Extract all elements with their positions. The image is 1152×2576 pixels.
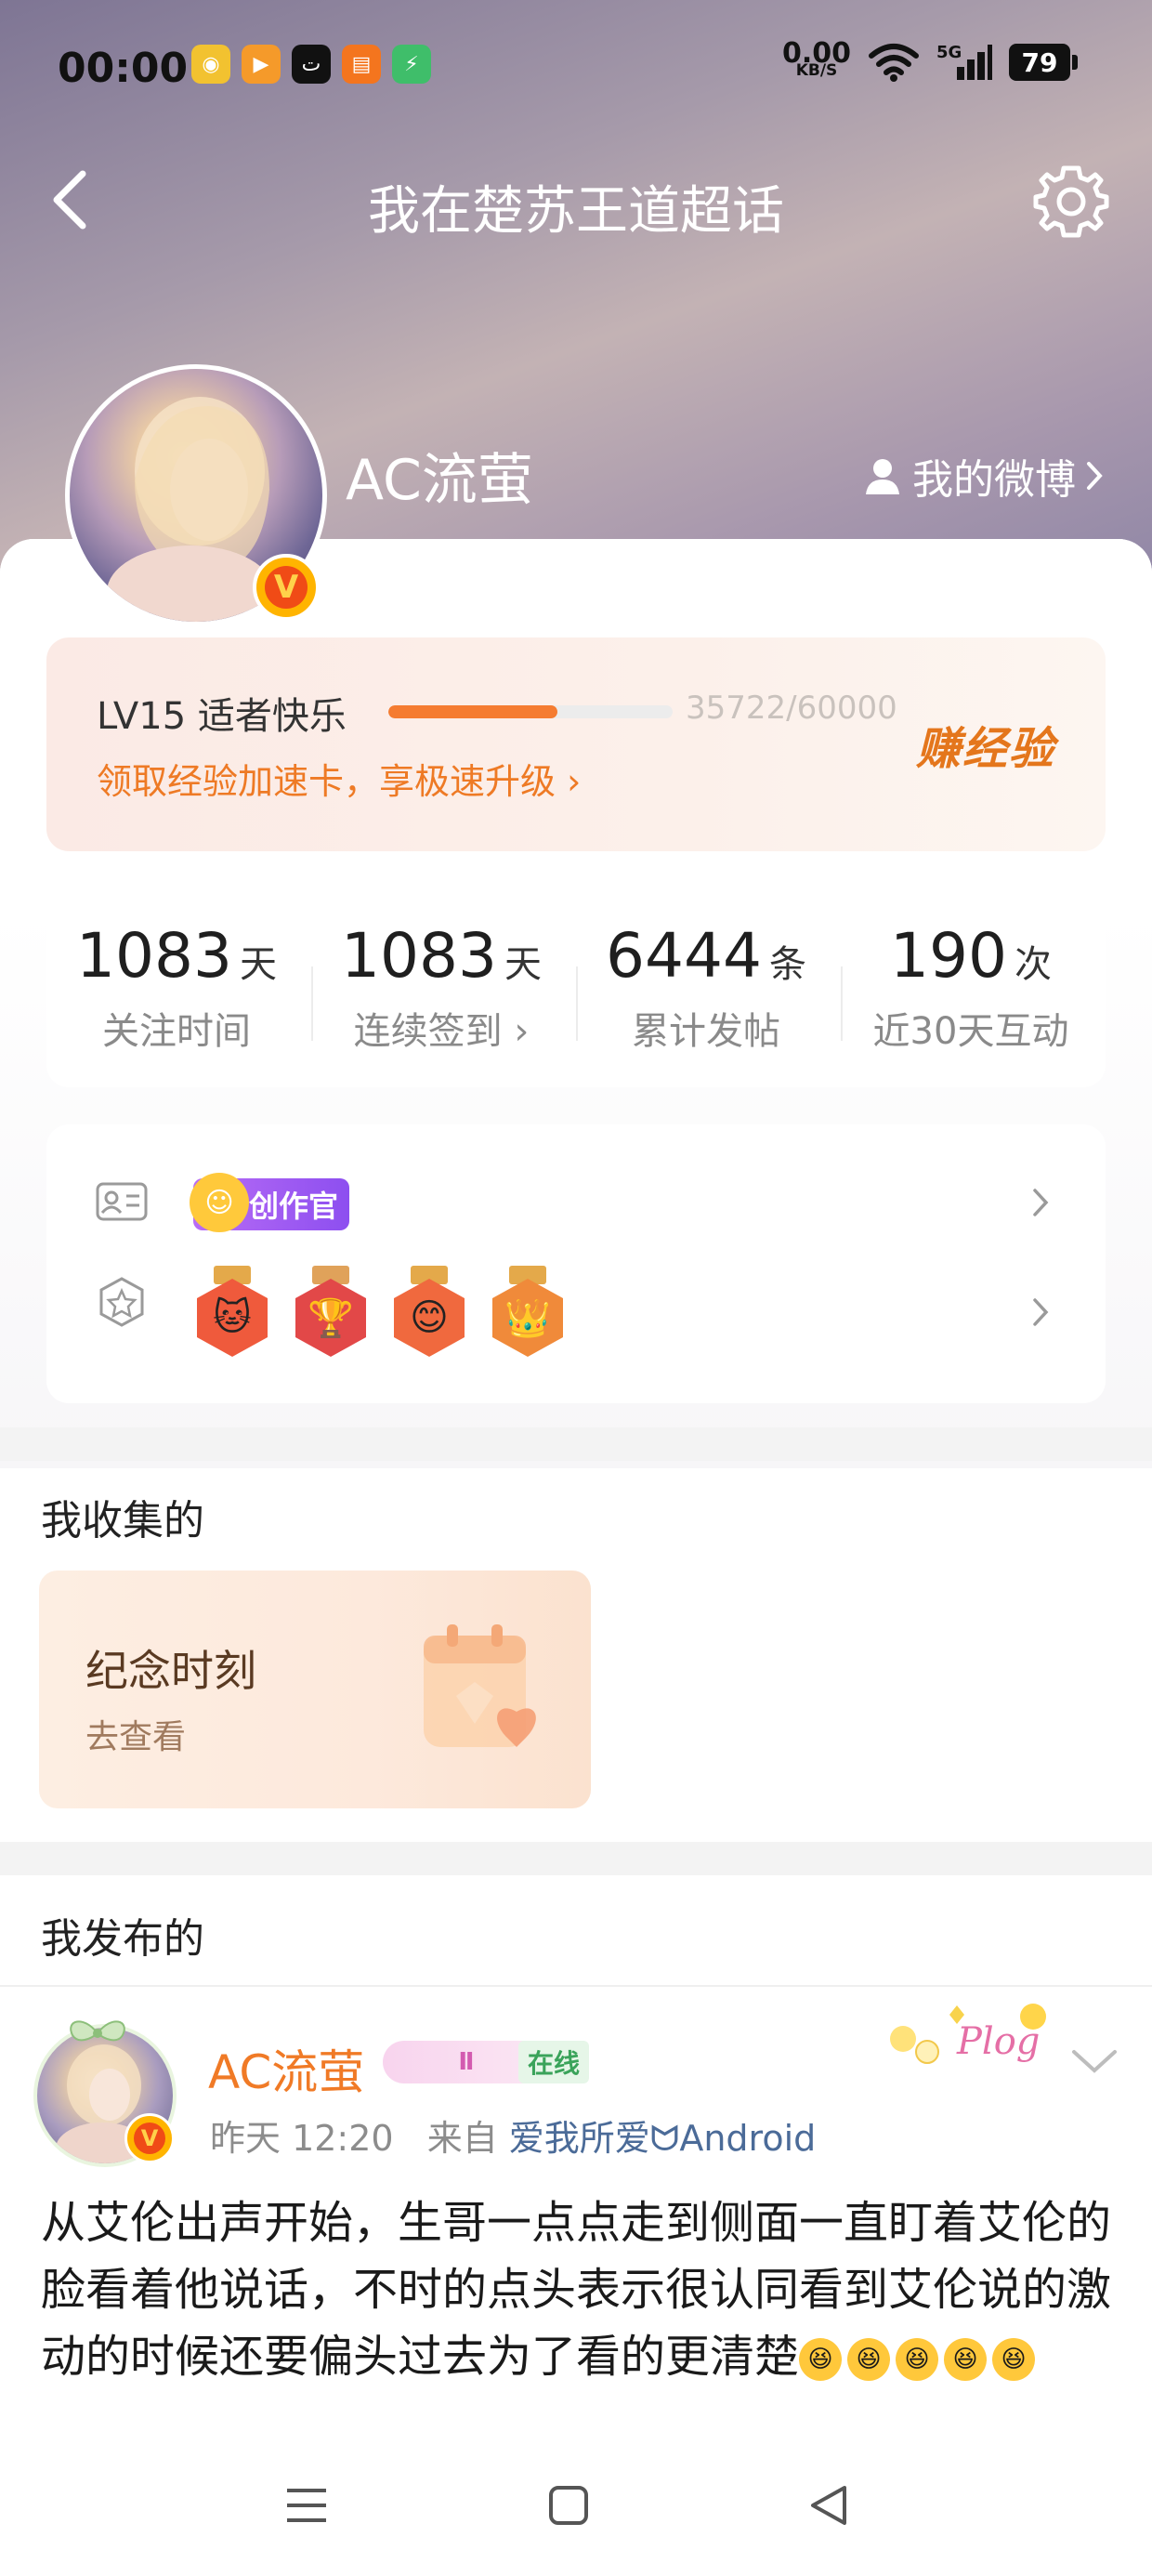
memorial-moment-link: 去查看 [85, 1718, 187, 1756]
menu-icon [287, 2489, 326, 2522]
badges-card: ☺ 创作官 🐱 🏆 😊 👑 [46, 1124, 1106, 1403]
laugh-emoji-icon: 😆 [992, 2338, 1036, 2381]
id-card-icon [95, 1175, 149, 1229]
system-nav-bar [0, 2431, 1152, 2576]
medal-badge-girl[interactable]: 😊 [390, 1266, 468, 1362]
level-exp-text: 35722/60000 [686, 690, 897, 727]
my-weibo-label: 我的微博 [912, 456, 1076, 504]
medal-badge-cat[interactable]: 🐱 [193, 1266, 271, 1362]
stat-follow-time: 1083 天 关注时间 [76, 920, 277, 1053]
square-icon [549, 2486, 588, 2525]
status-time: 00:00 [58, 45, 189, 92]
triangle-back-icon [811, 2486, 846, 2525]
creator-badge[interactable]: ☺ 创作官 [190, 1173, 350, 1232]
menu-button[interactable] [260, 2459, 353, 2552]
laugh-emoji-icon: 😆 [847, 2338, 891, 2381]
post-meta: 昨天 12:20 来自 爱我所爱ᗢAndroid [210, 2109, 816, 2161]
calendar-gift-icon [424, 1624, 536, 1747]
settings-button[interactable] [1031, 162, 1111, 242]
medal-badge-crown[interactable]: 👑 [489, 1266, 567, 1362]
post-menu-button[interactable] [1068, 2043, 1120, 2080]
post-author-name[interactable]: AC流萤 [208, 2035, 364, 2102]
post-body[interactable]: 从艾伦出声开始，生哥一点点走到侧面一直盯着艾伦的脸看着他说话，不时的点头表示很认… [41, 2189, 1119, 2431]
verified-badge: V [253, 554, 320, 621]
memorial-moment-card[interactable]: 纪念时刻 去查看 [39, 1571, 591, 1808]
level-progress-bar [388, 705, 673, 718]
top-nav: 我在楚苏王道超话 [0, 158, 1152, 242]
net-speed: 0.00 KB/S [781, 37, 851, 80]
verified-badge: V [124, 2113, 175, 2163]
section-divider [0, 1842, 1152, 1875]
memorial-moment-title: 纪念时刻 [85, 1646, 256, 1696]
section-divider [0, 1427, 1152, 1461]
online-status-tag: 在线 [518, 2041, 590, 2083]
earn-exp-button[interactable]: 赚经验 [916, 712, 1055, 777]
medal-badge-trophy[interactable]: 🏆 [292, 1266, 370, 1362]
collected-section-title: 我收集的 [41, 1497, 204, 1544]
stat-interactions: 190 次 近30天互动 [872, 920, 1069, 1053]
chevron-right-icon [1087, 462, 1103, 490]
status-app-icons: ◉ ▶ ت ▤ ⚡ [191, 45, 431, 84]
system-back-button[interactable] [782, 2459, 875, 2552]
weibo-app-icon: ◉ [191, 45, 230, 84]
my-weibo-link[interactable]: 我的微博 [862, 446, 1104, 506]
wifi-icon [869, 44, 919, 82]
post-time: 昨天 12:20 [210, 2118, 394, 2159]
svg-text:Plog: Plog [956, 2020, 1040, 2063]
laugh-emoji-row: 😆 😆 😆 😆 😆 [799, 2338, 1036, 2381]
stat-checkin[interactable]: 1083 天 连续签到 › [311, 920, 571, 1055]
level-card[interactable]: LV15 适者快乐 35722/60000 领取经验加速卡，享极速升级 › 赚经… [46, 637, 1106, 851]
shield-app-icon: ⚡ [392, 45, 431, 84]
published-section-title: 我发布的 [41, 1915, 204, 1963]
stats-card: 1083 天 关注时间 1083 天 连续签到 › 6444 条 累计发帖 190 次 … [46, 883, 1106, 1087]
page-title: 我在楚苏王道超话 [368, 181, 784, 242]
plog-sticker-icon: Plog [890, 2004, 1046, 2064]
video-app-icon: ▶ [242, 45, 281, 84]
home-button[interactable] [522, 2459, 615, 2552]
speedup-link[interactable]: 领取经验加速卡，享极速升级 › [97, 753, 581, 804]
profile-username: AC流萤 [346, 448, 533, 513]
bow-decoration-icon [70, 2020, 125, 2042]
laugh-emoji-icon: 😆 [799, 2338, 843, 2381]
level-title: LV15 适者快乐 [97, 695, 347, 738]
chevron-right-icon: › [502, 1010, 530, 1053]
chevron-right-icon[interactable] [1022, 1184, 1059, 1221]
laugh-emoji-icon: 😆 [944, 2338, 988, 2381]
status-bar: 00:00 ◉ ▶ ت ▤ ⚡ 0.00 KB/S 5G 79 [0, 37, 1152, 102]
chevron-right-icon: › [567, 761, 582, 802]
battery-indicator: 79 [1009, 44, 1078, 81]
book-app-icon: ▤ [342, 45, 381, 84]
stat-posts: 6444 条 累计发帖 [606, 920, 806, 1053]
post-from-label: 来自 [426, 2118, 498, 2159]
post-source[interactable]: 爱我所爱ᗢAndroid [509, 2118, 816, 2159]
laugh-emoji-icon: 😆 [896, 2338, 939, 2381]
chat-app-icon: ت [292, 45, 331, 84]
smiley-icon: ☺ [190, 1173, 249, 1232]
medal-outline-icon [95, 1275, 149, 1329]
user-icon [866, 459, 899, 494]
level-progress-fill [388, 705, 558, 718]
chevron-down-icon [1072, 2050, 1117, 2073]
status-right: 0.00 KB/S 5G 79 [781, 37, 1078, 82]
cell-signal-icon: 5G [936, 43, 992, 82]
chevron-right-icon[interactable] [1022, 1294, 1059, 1331]
divider [0, 1985, 1152, 1987]
gear-icon [1033, 165, 1109, 238]
